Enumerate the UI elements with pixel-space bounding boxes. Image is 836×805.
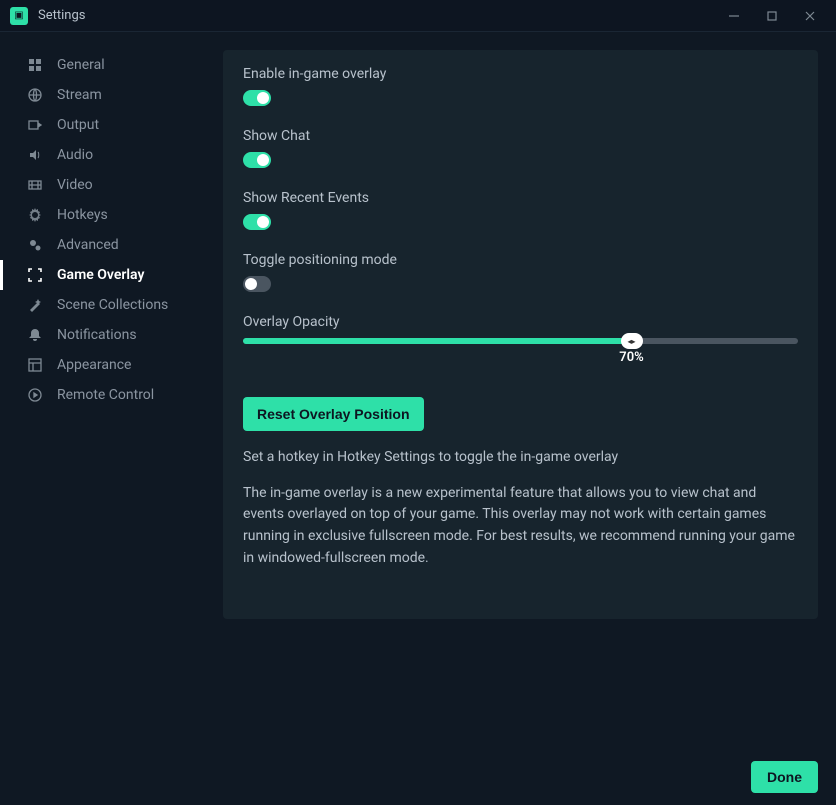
sidebar-item-label: Notifications <box>57 327 137 343</box>
gear-icon <box>27 207 43 223</box>
grid-icon <box>27 57 43 73</box>
play-circle-icon <box>27 387 43 403</box>
sidebar-item-remote-control[interactable]: Remote Control <box>0 380 211 410</box>
done-button[interactable]: Done <box>751 761 818 793</box>
setting-label: Overlay Opacity <box>243 314 798 330</box>
setting-label: Show Chat <box>243 128 798 144</box>
reset-overlay-button[interactable]: Reset Overlay Position <box>243 397 424 431</box>
speaker-icon <box>27 147 43 163</box>
opacity-value: 70% <box>617 350 647 365</box>
sidebar-item-scene-collections[interactable]: Scene Collections <box>0 290 211 320</box>
settings-panel: Enable in-game overlay Show Chat Show Re… <box>223 50 818 619</box>
sidebar-item-label: Audio <box>57 147 93 163</box>
sidebar-item-label: Remote Control <box>57 387 154 403</box>
setting-show-chat: Show Chat <box>243 128 798 172</box>
setting-show-recent: Show Recent Events <box>243 190 798 234</box>
sidebar-item-advanced[interactable]: Advanced <box>0 230 211 260</box>
sidebar-item-audio[interactable]: Audio <box>0 140 211 170</box>
sidebar: General Stream Output Audio Video Hotkey… <box>0 32 211 749</box>
expand-icon <box>27 267 43 283</box>
sidebar-item-hotkeys[interactable]: Hotkeys <box>0 200 211 230</box>
window-title: Settings <box>38 8 716 23</box>
sidebar-item-stream[interactable]: Stream <box>0 80 211 110</box>
sidebar-item-video[interactable]: Video <box>0 170 211 200</box>
setting-label: Show Recent Events <box>243 190 798 206</box>
hotkey-hint-text: Set a hotkey in Hotkey Settings to toggl… <box>243 447 798 469</box>
opacity-slider[interactable]: ◂▸ <box>243 338 798 344</box>
app-icon: ▣ <box>10 7 28 25</box>
film-icon <box>27 177 43 193</box>
sidebar-item-appearance[interactable]: Appearance <box>0 350 211 380</box>
sidebar-item-label: Output <box>57 117 99 133</box>
sidebar-item-label: Video <box>57 177 93 193</box>
setting-opacity: Overlay Opacity ◂▸ 70% <box>243 314 798 365</box>
layout-icon <box>27 357 43 373</box>
setting-label: Enable in-game overlay <box>243 66 798 82</box>
sidebar-item-label: Stream <box>57 87 102 103</box>
setting-enable-overlay: Enable in-game overlay <box>243 66 798 110</box>
sidebar-item-label: Hotkeys <box>57 207 108 223</box>
sidebar-item-label: Appearance <box>57 357 131 373</box>
sidebar-item-notifications[interactable]: Notifications <box>0 320 211 350</box>
close-button[interactable] <box>792 2 828 30</box>
sidebar-item-game-overlay[interactable]: Game Overlay <box>0 260 211 290</box>
footer: Done <box>0 749 836 805</box>
setting-positioning-mode: Toggle positioning mode <box>243 252 798 296</box>
toggle-enable-overlay[interactable] <box>243 90 271 106</box>
maximize-button[interactable] <box>754 2 790 30</box>
gears-icon <box>27 237 43 253</box>
sidebar-item-label: General <box>57 57 105 73</box>
globe-icon <box>27 87 43 103</box>
toggle-show-recent[interactable] <box>243 214 271 230</box>
setting-label: Toggle positioning mode <box>243 252 798 268</box>
titlebar: ▣ Settings <box>0 0 836 32</box>
description-text: The in-game overlay is a new experimenta… <box>243 483 798 570</box>
toggle-show-chat[interactable] <box>243 152 271 168</box>
sidebar-item-general[interactable]: General <box>0 50 211 80</box>
slider-thumb[interactable]: ◂▸ <box>621 333 643 349</box>
sidebar-item-label: Game Overlay <box>57 267 144 283</box>
output-icon <box>27 117 43 133</box>
sidebar-item-label: Advanced <box>57 237 119 253</box>
bell-icon <box>27 327 43 343</box>
wand-icon <box>27 297 43 313</box>
sidebar-item-output[interactable]: Output <box>0 110 211 140</box>
toggle-positioning-mode[interactable] <box>243 276 271 292</box>
minimize-button[interactable] <box>716 2 752 30</box>
sidebar-item-label: Scene Collections <box>57 297 168 313</box>
